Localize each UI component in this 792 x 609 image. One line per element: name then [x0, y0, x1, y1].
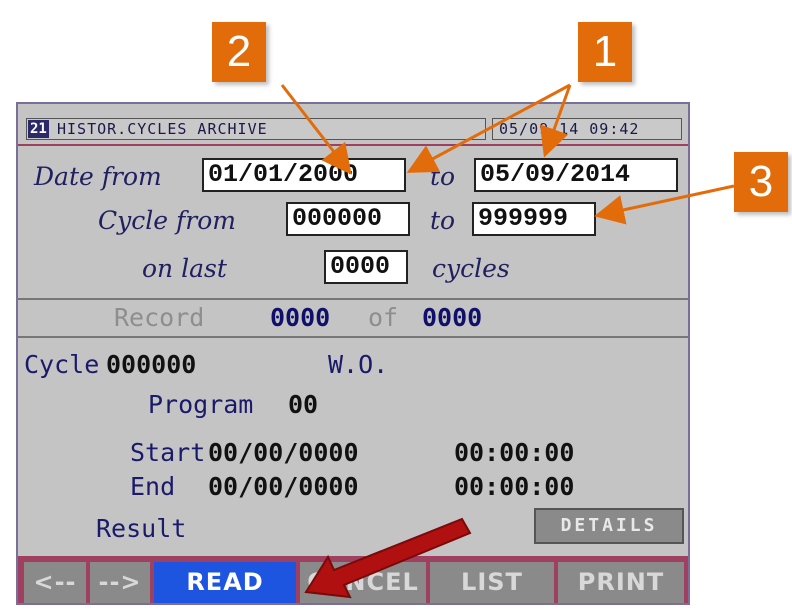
title-bar: 21 HISTOR.CYCLES ARCHIVE 05/09/14 09:42	[18, 104, 688, 144]
result-label: Result	[96, 514, 187, 543]
title-box: 21 HISTOR.CYCLES ARCHIVE	[26, 118, 486, 140]
prev-record-button[interactable]: <--	[24, 562, 86, 603]
cycles-label: cycles	[432, 254, 510, 283]
list-button[interactable]: LIST	[430, 562, 554, 603]
wo-label: W.O.	[328, 350, 389, 379]
program-value: 00	[288, 390, 319, 419]
end-date: 00/00/0000	[208, 472, 359, 501]
read-button[interactable]: READ	[154, 562, 296, 603]
start-time: 00:00:00	[454, 438, 575, 467]
record-band: Record 0000 of 0000	[18, 298, 688, 338]
cycle-to-field[interactable]: 999999	[472, 202, 596, 236]
date-to-field[interactable]: 05/09/2014	[474, 158, 678, 192]
start-label: Start	[130, 438, 206, 467]
print-button[interactable]: PRINT	[558, 562, 684, 603]
cycle-label: Cycle	[24, 350, 100, 379]
record-of-label: of	[368, 303, 399, 332]
date-from-label: Date from	[34, 162, 162, 191]
callout-3-badge: 3	[734, 152, 788, 212]
record-current: 0000	[270, 303, 331, 332]
program-label: Program	[148, 390, 254, 419]
record-label: Record	[114, 303, 205, 332]
on-last-label: on last	[142, 254, 227, 283]
cancel-button[interactable]: CANCEL	[300, 562, 426, 603]
softkey-bar: <-- --> READ CANCEL LIST PRINT	[18, 556, 688, 603]
cycle-to-label: to	[430, 206, 456, 235]
end-time: 00:00:00	[454, 472, 575, 501]
hmi-screen: 21 HISTOR.CYCLES ARCHIVE 05/09/14 09:42 …	[16, 102, 690, 605]
callout-1-badge: 1	[578, 22, 632, 82]
screen-title: HISTOR.CYCLES ARCHIVE	[57, 120, 268, 138]
callout-2-badge: 2	[212, 22, 266, 82]
on-last-field[interactable]: 0000	[324, 250, 408, 284]
cycle-from-field[interactable]: 000000	[286, 202, 410, 236]
date-from-field[interactable]: 01/01/2000	[202, 158, 406, 192]
next-record-button[interactable]: -->	[90, 562, 150, 603]
screen-id: 21	[28, 120, 49, 138]
record-total: 0000	[422, 303, 483, 332]
cycle-value: 000000	[106, 350, 197, 379]
datetime-display: 05/09/14 09:42	[492, 118, 682, 140]
cycle-from-label: Cycle from	[98, 206, 236, 235]
start-date: 00/00/0000	[208, 438, 359, 467]
date-to-label: to	[430, 162, 456, 191]
filter-panel: Date from 01/01/2000 to 05/09/2014 Cycle…	[18, 146, 688, 296]
details-button[interactable]: DETAILS	[534, 508, 684, 544]
end-label: End	[130, 472, 176, 501]
